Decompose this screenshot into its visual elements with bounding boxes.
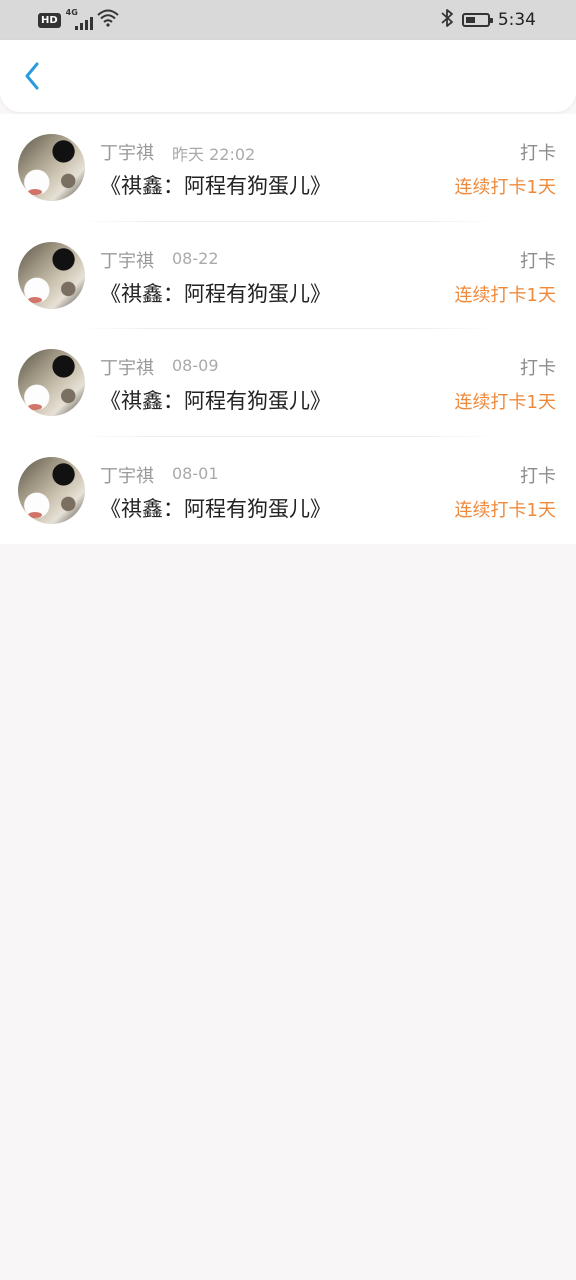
battery-level (465, 17, 475, 23)
action-label: 打卡 (520, 250, 556, 272)
streak-label: 连续打卡1天 (454, 499, 556, 521)
status-bar: HD 4G 5:34 (0, 0, 576, 40)
bluetooth-icon (440, 8, 454, 32)
action-label: 打卡 (520, 465, 556, 487)
chevron-left-icon (23, 61, 41, 95)
work-title[interactable]: 《祺鑫：阿程有狗蛋儿》 (100, 278, 331, 308)
wifi-icon (97, 9, 119, 31)
status-indicators: HD 4G (38, 8, 119, 31)
avatar[interactable] (18, 134, 85, 201)
checkin-list: 丁宇祺 昨天 22:02 《祺鑫：阿程有狗蛋儿》 打卡 连续打卡1天 丁宇祺 0… (0, 114, 576, 544)
author-name: 丁宇祺 (100, 250, 154, 272)
avatar[interactable] (18, 349, 85, 416)
work-title[interactable]: 《祺鑫：阿程有狗蛋儿》 (100, 385, 331, 415)
post-date: 08-22 (172, 248, 219, 268)
avatar[interactable] (18, 456, 85, 524)
cellular-signal-icon: 4G (65, 8, 93, 30)
list-item[interactable]: 丁宇祺 昨天 22:02 《祺鑫：阿程有狗蛋儿》 打卡 连续打卡1天 (0, 114, 576, 222)
work-title[interactable]: 《祺鑫：阿程有狗蛋儿》 (100, 493, 331, 523)
author-name: 丁宇祺 (100, 143, 154, 164)
author-name: 丁宇祺 (100, 358, 154, 379)
list-item[interactable]: 丁宇祺 08-22 《祺鑫：阿程有狗蛋儿》 打卡 连续打卡1天 (0, 222, 576, 329)
list-item[interactable]: 丁宇祺 08-09 《祺鑫：阿程有狗蛋儿》 打卡 连续打卡1天 (0, 329, 576, 437)
streak-label: 连续打卡1天 (454, 284, 556, 306)
hd-badge: HD (38, 12, 61, 28)
author-name: 丁宇祺 (100, 465, 154, 487)
status-time: 5:34 (497, 10, 536, 30)
status-system: 5:34 (440, 8, 536, 32)
top-nav-bar (0, 40, 576, 112)
list-item[interactable]: 丁宇祺 08-01 《祺鑫：阿程有狗蛋儿》 打卡 连续打卡1天 (0, 437, 576, 545)
battery-icon (461, 13, 493, 27)
network-type-label: 4G (65, 8, 78, 17)
streak-label: 连续打卡1天 (454, 177, 556, 198)
action-label: 打卡 (520, 358, 556, 379)
back-button[interactable] (14, 60, 50, 96)
work-title[interactable]: 《祺鑫：阿程有狗蛋儿》 (100, 170, 331, 200)
action-label: 打卡 (520, 143, 556, 164)
avatar[interactable] (18, 241, 85, 309)
post-date: 08-01 (172, 463, 219, 483)
streak-label: 连续打卡1天 (454, 392, 556, 413)
post-date: 08-09 (172, 356, 219, 375)
post-date: 昨天 22:02 (172, 145, 256, 164)
